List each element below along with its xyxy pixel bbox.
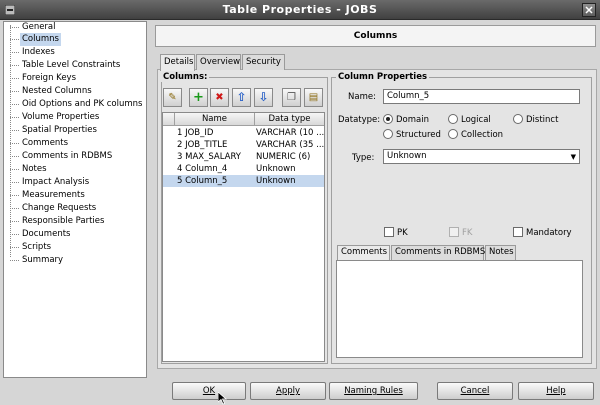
type-select[interactable]: Unknown ▼	[383, 149, 580, 164]
apply-button[interactable]: Apply	[250, 382, 326, 400]
move-down-icon: ⇩	[258, 90, 269, 104]
cancel-button[interactable]: Cancel	[437, 382, 513, 400]
move-up-icon: ⇧	[236, 90, 247, 104]
paste-column-button[interactable]: ▤	[304, 88, 323, 107]
radio-structured[interactable]	[383, 129, 393, 139]
move-down-button[interactable]: ⇩	[254, 88, 273, 107]
comments-textarea[interactable]	[336, 260, 583, 358]
radio-logical[interactable]	[448, 114, 458, 124]
fk-label: FK	[462, 228, 473, 238]
radio-domain-label: Domain	[396, 115, 429, 125]
move-up-button[interactable]: ⇧	[232, 88, 251, 107]
help-button[interactable]: Help	[518, 382, 594, 400]
close-icon	[585, 6, 593, 14]
edit-icon: ✎	[168, 92, 177, 103]
tab-security[interactable]: Security	[242, 54, 285, 70]
type-select-value: Unknown	[387, 151, 427, 161]
datatype-label: Datatype:	[338, 115, 381, 125]
row-name: 3 MAX_SALARY	[177, 152, 241, 162]
row-name: 2 JOB_TITLE	[177, 140, 228, 150]
column-properties-label: Column Properties	[336, 72, 430, 82]
delete-icon: ✖	[215, 92, 224, 103]
add-column-button[interactable]: +	[189, 88, 208, 107]
naming-rules-button[interactable]: Naming Rules	[329, 382, 418, 400]
column-header-name[interactable]: Name	[175, 113, 255, 126]
radio-distinct[interactable]	[513, 114, 523, 124]
add-icon: +	[193, 90, 204, 105]
subtab-comments[interactable]: Comments	[337, 245, 390, 260]
type-label: Type:	[352, 153, 375, 163]
fk-checkbox	[449, 227, 459, 237]
tab-overview[interactable]: Overview	[196, 54, 241, 70]
window-titlebar: Table Properties - JOBS	[0, 0, 600, 20]
row-name: 4 Column_4	[177, 164, 228, 174]
table-corner	[163, 113, 175, 126]
row-name: 1 JOB_ID	[177, 128, 214, 138]
table-row[interactable]: 4 Column_4 Unknown	[163, 163, 324, 175]
row-datatype: VARCHAR (35 ...	[256, 140, 324, 150]
delete-column-button[interactable]: ✖	[210, 88, 229, 107]
edit-column-button[interactable]: ✎	[163, 88, 182, 107]
row-datatype: VARCHAR (10 ...	[256, 128, 324, 138]
radio-structured-label: Structured	[396, 130, 441, 140]
paste-icon: ▤	[308, 92, 319, 103]
name-label: Name:	[348, 92, 376, 102]
panel-title: Columns	[353, 31, 398, 41]
column-name-input[interactable]: Column_5	[383, 89, 580, 104]
copy-column-button[interactable]: ❐	[282, 88, 301, 107]
column-header-datatype[interactable]: Data type	[255, 113, 324, 126]
table-row[interactable]: 1 JOB_ID VARCHAR (10 ...	[163, 127, 324, 139]
mandatory-label: Mandatory	[526, 228, 572, 238]
row-datatype: Unknown	[256, 176, 296, 186]
subtab-notes[interactable]: Notes	[485, 245, 516, 260]
property-nav-tree: General Columns Indexes Table Level Cons…	[3, 21, 147, 378]
row-name: 5 Column_5	[177, 176, 228, 186]
radio-logical-label: Logical	[461, 115, 491, 125]
table-row[interactable]: 2 JOB_TITLE VARCHAR (35 ...	[163, 139, 324, 151]
columns-table: Name Data type 1 JOB_ID VARCHAR (10 ... …	[162, 112, 325, 362]
row-datatype: NUMERIC (6)	[256, 152, 311, 162]
columns-label: Columns:	[161, 72, 210, 82]
tab-details[interactable]: Details	[160, 54, 195, 71]
close-button[interactable]	[582, 3, 596, 17]
chevron-down-icon: ▼	[570, 153, 576, 161]
pk-checkbox[interactable]	[384, 227, 394, 237]
row-datatype: Unknown	[256, 164, 296, 174]
ok-button[interactable]: OK	[172, 382, 246, 400]
mouse-cursor-icon	[218, 392, 228, 405]
radio-distinct-label: Distinct	[526, 115, 559, 125]
pk-label: PK	[397, 228, 408, 238]
columns-toolbar: ✎ + ✖ ⇧ ⇩ ❐ ▤	[161, 86, 328, 110]
panel-header: Columns	[155, 25, 596, 47]
copy-icon: ❐	[287, 92, 296, 103]
mandatory-checkbox[interactable]	[513, 227, 523, 237]
window-title: Table Properties - JOBS	[222, 3, 378, 16]
table-row[interactable]: 3 MAX_SALARY NUMERIC (6)	[163, 151, 324, 163]
tree-connector	[10, 25, 11, 257]
radio-domain[interactable]	[383, 114, 393, 124]
radio-collection-label: Collection	[461, 130, 504, 140]
table-row-selected[interactable]: 5 Column_5 Unknown	[163, 175, 324, 187]
radio-collection[interactable]	[448, 129, 458, 139]
subtab-comments-in-rdbms[interactable]: Comments in RDBMS	[391, 245, 485, 260]
